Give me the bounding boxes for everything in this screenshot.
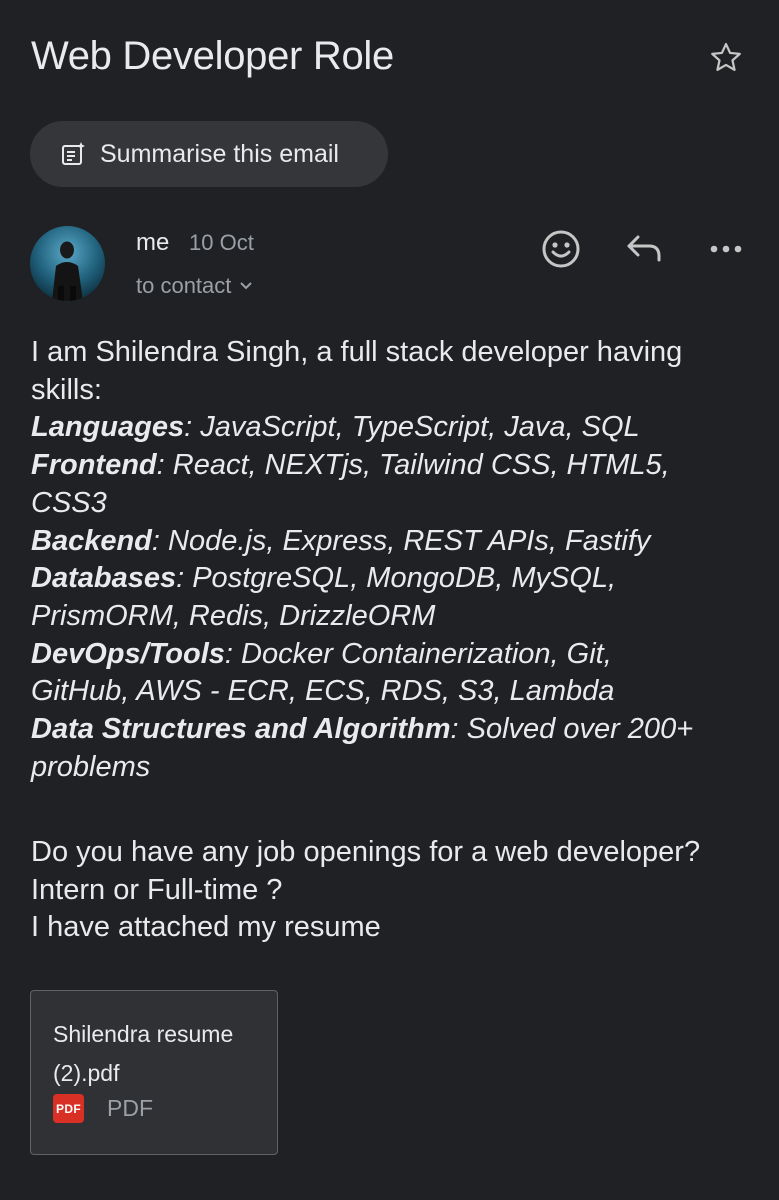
email-body: I am Shilendra Singh, a full stack devel… [31, 334, 761, 786]
reply-icon [627, 235, 661, 262]
skill-value: JavaScript, TypeScript, Java, SQL [200, 411, 640, 444]
sender-date: 10 Oct [189, 230, 254, 255]
skill-devops: DevOps/Tools: Docker Containerization, G… [31, 637, 612, 670]
question-line: Intern or Full-time ? [31, 873, 283, 906]
avatar[interactable] [30, 226, 105, 301]
filename-line: Shilendra resume [53, 1021, 234, 1047]
star-icon [711, 42, 741, 71]
react-button[interactable] [539, 227, 583, 271]
email-subject: Web Developer Role [31, 34, 394, 78]
recipients-toggle[interactable]: to contact [136, 273, 253, 299]
filename-line: (2).pdf [53, 1060, 120, 1086]
summarise-label: Summarise this email [100, 139, 339, 168]
skill-label: DevOps/Tools [31, 637, 225, 670]
skill-label: Data Structures and Algorithm [31, 713, 451, 746]
skill-value: Docker Containerization, Git, [241, 637, 612, 670]
star-button[interactable] [706, 38, 746, 78]
question-line: I have attached my resume [31, 911, 381, 943]
skill-label: Languages [31, 411, 185, 444]
skill-databases: Databases: PostgreSQL, MongoDB, MySQL, [31, 562, 617, 595]
skill-value: Node.js, Express, REST APIs, Fastify [168, 524, 651, 557]
sender-name: me [136, 229, 170, 256]
more-icon [710, 245, 742, 253]
emoji-icon [542, 230, 580, 268]
intro-line: skills: [31, 373, 102, 406]
attachment-card[interactable]: Shilendra resume (2).pdf PDF PDF [30, 990, 278, 1155]
more-options-button[interactable] [704, 227, 748, 271]
skill-value: PostgreSQL, MongoDB, MySQL, [192, 562, 617, 595]
skill-label: Databases [31, 562, 177, 595]
skill-value: PrismORM, Redis, DrizzleORM [31, 599, 436, 632]
summarise-icon [60, 141, 86, 167]
skill-backend: Backend: Node.js, Express, REST APIs, Fa… [31, 524, 651, 557]
question-line: Do you have any job openings for a web d… [31, 836, 701, 868]
skill-value: problems [31, 750, 151, 783]
skill-dsa: Data Structures and Algorithm: Solved ov… [31, 713, 694, 746]
attachment-filename: Shilendra resume (2).pdf [53, 1015, 263, 1093]
recipients-label: to contact [136, 273, 232, 298]
skill-value: Solved over 200+ [466, 713, 694, 746]
skill-value: GitHub, AWS - ECR, ECS, RDS, S3, Lambda [31, 675, 615, 708]
chevron-down-icon [239, 281, 253, 291]
pdf-icon: PDF [53, 1094, 84, 1123]
skill-label: Frontend [31, 449, 157, 482]
reply-button[interactable] [622, 227, 666, 271]
intro-line: I am Shilendra Singh, a full stack devel… [31, 336, 683, 368]
skill-label: Backend [31, 524, 152, 557]
skill-frontend: Frontend: React, NEXTjs, Tailwind CSS, H… [31, 449, 670, 482]
summarise-email-button[interactable]: Summarise this email [30, 121, 388, 187]
skill-value: CSS3 [31, 486, 107, 519]
attachment-type: PDF [107, 1095, 153, 1121]
email-question: Do you have any job openings for a web d… [31, 834, 771, 947]
skill-value: React, NEXTjs, Tailwind CSS, HTML5, [172, 449, 670, 482]
skill-languages: Languages: JavaScript, TypeScript, Java,… [31, 411, 640, 444]
